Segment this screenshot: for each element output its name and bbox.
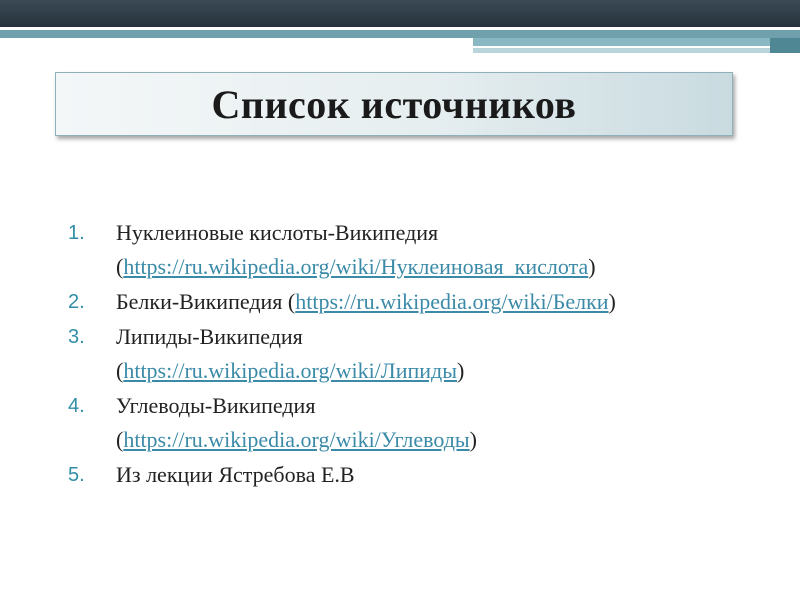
source-link[interactable]: https://ru.wikipedia.org/wiki/Липиды xyxy=(123,358,457,383)
source-title: Из лекции Ястребова Е.В xyxy=(116,462,355,487)
source-title: Углеводы-Википедия xyxy=(116,393,316,418)
source-link[interactable]: https://ru.wikipedia.org/wiki/Нуклеинова… xyxy=(123,254,588,279)
list-number: 3. xyxy=(68,326,85,348)
paren-close: ) xyxy=(608,289,616,314)
page-title: Список источников xyxy=(211,81,577,127)
header-bar-teal-light xyxy=(473,38,800,46)
source-title: Липиды-Википедия xyxy=(116,324,303,349)
list-number: 5. xyxy=(68,464,85,486)
source-item-1: 1. Нуклеиновые кислоты-Википедия (https:… xyxy=(68,216,758,284)
list-number: 1. xyxy=(68,222,85,244)
paren-close: ) xyxy=(588,254,596,279)
source-link[interactable]: https://ru.wikipedia.org/wiki/Белки xyxy=(295,289,608,314)
list-number: 2. xyxy=(68,291,85,313)
paren-close: ) xyxy=(469,427,477,452)
source-item-5: 5. Из лекции Ястребова Е.В xyxy=(68,458,758,492)
paren-close: ) xyxy=(457,358,465,383)
source-list: 1. Нуклеиновые кислоты-Википедия (https:… xyxy=(68,216,758,493)
list-number: 4. xyxy=(68,395,85,417)
title-box: Список источников xyxy=(55,72,733,136)
source-title: Нуклеиновые кислоты-Википедия xyxy=(116,220,439,245)
header-bar-dark xyxy=(0,0,800,27)
source-item-2: 2. Белки-Википедия (https://ru.wikipedia… xyxy=(68,285,758,319)
header-bar-teal xyxy=(0,30,800,38)
source-item-3: 3. Липиды-Википедия (https://ru.wikipedi… xyxy=(68,320,758,388)
source-title: Белки-Википедия ( xyxy=(116,289,296,314)
source-item-4: 4. Углеводы-Википедия (https://ru.wikipe… xyxy=(68,389,758,457)
header-bar-teal-accent xyxy=(770,38,800,53)
header-bar-teal-pale xyxy=(473,48,800,53)
source-link[interactable]: https://ru.wikipedia.org/wiki/Углеводы xyxy=(123,427,469,452)
